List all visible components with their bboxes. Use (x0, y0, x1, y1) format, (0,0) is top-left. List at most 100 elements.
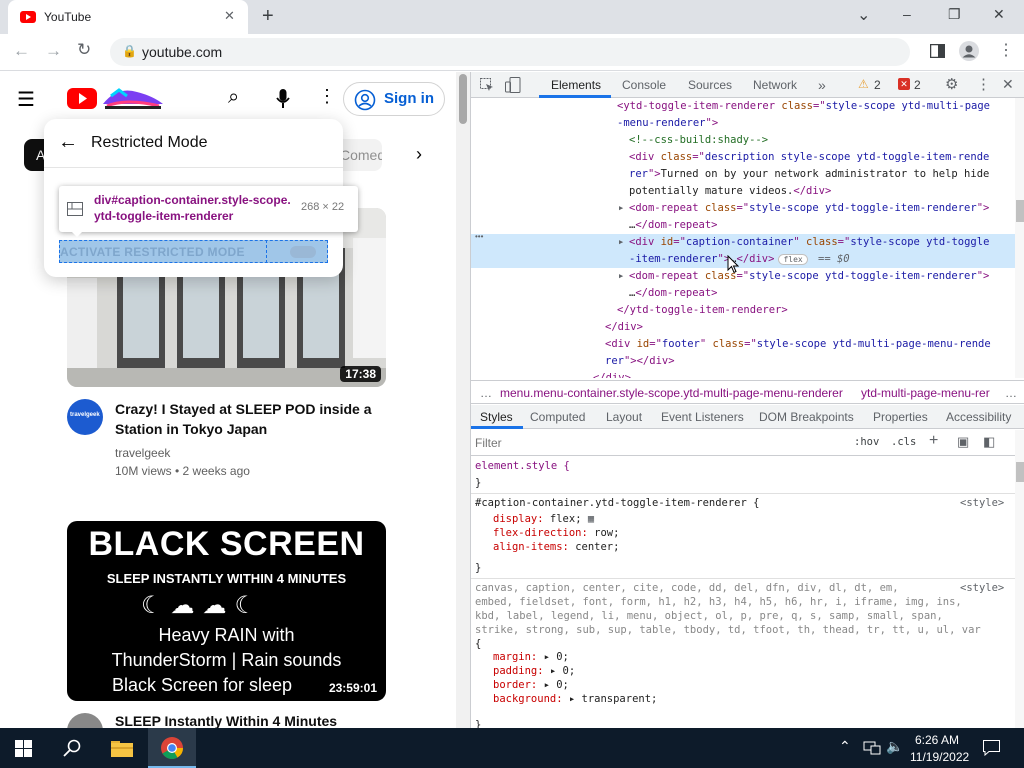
dom-node-line[interactable]: -menu-renderer"> (471, 115, 1015, 132)
volume-icon[interactable]: 🔈 (886, 738, 903, 755)
elements-scrollbar[interactable] (1015, 98, 1024, 378)
network-icon[interactable] (863, 741, 881, 755)
back-arrow-icon[interactable]: ← (58, 131, 78, 154)
flexbox-editor-icon[interactable]: ▦ (582, 513, 594, 525)
tab-computed[interactable]: Computed (530, 405, 585, 429)
tab-accessibility[interactable]: Accessibility (946, 405, 1011, 429)
windows-start-icon[interactable] (15, 740, 32, 757)
css-property-margin[interactable]: margin: ▸ 0; (493, 651, 569, 663)
page-scrollbar[interactable] (456, 72, 470, 728)
css-property-background[interactable]: background: ▸ transparent; (493, 693, 657, 705)
css-property-align-items[interactable]: align-items: center; (493, 541, 619, 553)
new-tab-button[interactable]: + (262, 5, 274, 28)
channel-name-1[interactable]: travelgeek (115, 446, 170, 460)
tab-search-icon[interactable]: ⌄ (857, 5, 870, 25)
tab-close-icon[interactable]: ✕ (224, 8, 235, 24)
taskbar-search-icon[interactable] (63, 739, 81, 757)
file-explorer-icon[interactable] (111, 739, 133, 757)
node-actions-dots-icon[interactable]: ••• (475, 232, 483, 241)
css-property-padding[interactable]: padding: ▸ 0; (493, 665, 575, 677)
dom-node-line[interactable]: …</dom-repeat> (471, 217, 1015, 234)
dom-node-line[interactable]: <div id="footer" class="style-scope ytd-… (471, 336, 1015, 353)
css-property-border[interactable]: border: ▸ 0; (493, 679, 569, 691)
tab-event-listeners[interactable]: Event Listeners (661, 405, 744, 429)
errors-badge[interactable]: ✕ 2 (896, 76, 930, 94)
dom-node-line[interactable]: <div class="description style-scope ytd-… (471, 149, 1015, 166)
styles-filter-input[interactable] (475, 433, 845, 453)
dom-node-line[interactable]: </div> (471, 319, 1015, 336)
dom-node-line[interactable]: ▶ <dom-repeat class="style-scope ytd-togg… (471, 200, 1015, 217)
flex-badge[interactable]: flex (778, 254, 808, 265)
breadcrumb-ellipsis-right[interactable]: … (1005, 386, 1017, 400)
reload-icon[interactable]: ↻ (77, 40, 91, 60)
styles-scrollbar[interactable] (1015, 430, 1024, 728)
expand-triangle-icon[interactable]: ▶ (619, 234, 623, 251)
dom-node-line[interactable]: </div> (471, 370, 1015, 378)
warnings-badge[interactable]: ⚠ 2 (856, 76, 890, 94)
element-style-rule[interactable]: element.style { (475, 460, 570, 472)
toggle-switch[interactable] (290, 246, 316, 258)
dom-node-line[interactable]: <!--css-build:shady--> (471, 132, 1015, 149)
show-hidden-icons-icon[interactable]: ⌃ (839, 738, 851, 755)
minimize-button[interactable]: – (903, 6, 911, 22)
new-rule-plus-icon[interactable]: + (929, 432, 938, 450)
devtools-close-icon[interactable]: ✕ (1002, 76, 1014, 93)
tab-properties[interactable]: Properties (873, 405, 928, 429)
settings-dots-icon[interactable]: ⋮ (318, 86, 336, 107)
sign-in-button[interactable]: Sign in (343, 82, 445, 116)
hov-toggle[interactable]: :hov (854, 436, 879, 448)
hamburger-menu-icon[interactable]: ☰ (17, 87, 35, 112)
dom-node-line[interactable]: rer"></div> (471, 353, 1015, 370)
breadcrumb-ellipsis-left[interactable]: … (480, 386, 492, 400)
rule1-source[interactable]: <style> (960, 497, 1004, 509)
tab-sources[interactable]: Sources (688, 72, 732, 98)
tab-layout[interactable]: Layout (606, 405, 642, 429)
restore-button[interactable]: ❐ (948, 6, 961, 23)
channel-avatar-1[interactable]: travelgeek (67, 399, 103, 435)
css-property-flex-direction[interactable]: flex-direction: row; (493, 527, 619, 539)
dom-node-line[interactable]: potentially mature videos.</div> (471, 183, 1015, 200)
tab-dom-breakpoints[interactable]: DOM Breakpoints (759, 405, 854, 429)
youtube-logo[interactable] (67, 84, 165, 112)
tab-network[interactable]: Network (753, 72, 797, 98)
close-window-button[interactable]: ✕ (993, 6, 1005, 23)
channel-avatar-2[interactable] (67, 713, 103, 728)
dom-node-line[interactable]: ▶ <dom-repeat class="style-scope ytd-togg… (471, 268, 1015, 285)
more-tabs-button[interactable]: » (818, 72, 826, 98)
devtools-more-icon[interactable]: ⋮ (976, 75, 991, 93)
activate-restricted-mode-highlight[interactable]: ACTIVATE RESTRICTED MODE (59, 240, 328, 263)
video-thumbnail-2[interactable]: BLACK SCREEN SLEEP INSTANTLY WITHIN 4 MI… (67, 521, 386, 701)
chrome-taskbar-button[interactable] (148, 728, 196, 768)
breadcrumb-renderer[interactable]: ytd-multi-page-menu-rer (861, 386, 990, 400)
tab-console[interactable]: Console (622, 72, 666, 98)
device-toolbar-icon[interactable] (505, 77, 521, 93)
taskbar-date[interactable]: 11/19/2022 (910, 750, 969, 764)
search-icon[interactable]: ⌕ (228, 86, 239, 109)
toggle-sidebar-icon[interactable]: ◧ (983, 434, 995, 450)
expand-triangle-icon[interactable]: ▶ (619, 200, 623, 217)
dom-node-line[interactable]: rer">Turned on by your network administr… (471, 166, 1015, 183)
rule2-source[interactable]: <style> (960, 582, 1004, 594)
dom-node-line[interactable]: <ytd-toggle-item-renderer class="style-s… (471, 98, 1015, 115)
forward-icon[interactable]: → (45, 41, 62, 61)
profile-avatar-icon[interactable] (959, 41, 979, 61)
browser-tab[interactable]: YouTube ✕ (8, 0, 248, 34)
styles-scrollbar-thumb[interactable] (1016, 462, 1024, 482)
dom-node-selected[interactable]: -item-renderer">…</div> flex == $0 (471, 251, 1015, 268)
dom-node-line[interactable]: …</dom-repeat> (471, 285, 1015, 302)
chips-next-icon[interactable]: › (416, 144, 422, 165)
video-title-2[interactable]: SLEEP Instantly Within 4 Minutes (115, 713, 375, 728)
video-title-1[interactable]: Crazy! I Stayed at SLEEP POD inside a St… (115, 399, 375, 439)
taskbar-time[interactable]: 6:26 AM (915, 733, 959, 747)
address-bar[interactable]: 🔒 youtube.com (110, 38, 910, 66)
expand-triangle-icon[interactable]: ▶ (619, 268, 623, 285)
elements-tree[interactable]: <ytd-toggle-item-renderer class="style-s… (471, 98, 1015, 378)
inspect-element-icon[interactable] (480, 78, 494, 92)
breadcrumb-menu[interactable]: menu.menu-container.style-scope.ytd-mult… (500, 386, 843, 400)
css-property-display[interactable]: display: flex; ▦ (493, 513, 594, 525)
paint-brush-icon[interactable]: ▣ (957, 434, 969, 450)
elements-scrollbar-thumb[interactable] (1016, 200, 1024, 222)
side-panel-icon[interactable] (930, 44, 945, 58)
back-icon[interactable]: ← (13, 41, 30, 61)
chrome-menu-icon[interactable]: ⋮ (998, 40, 1014, 60)
